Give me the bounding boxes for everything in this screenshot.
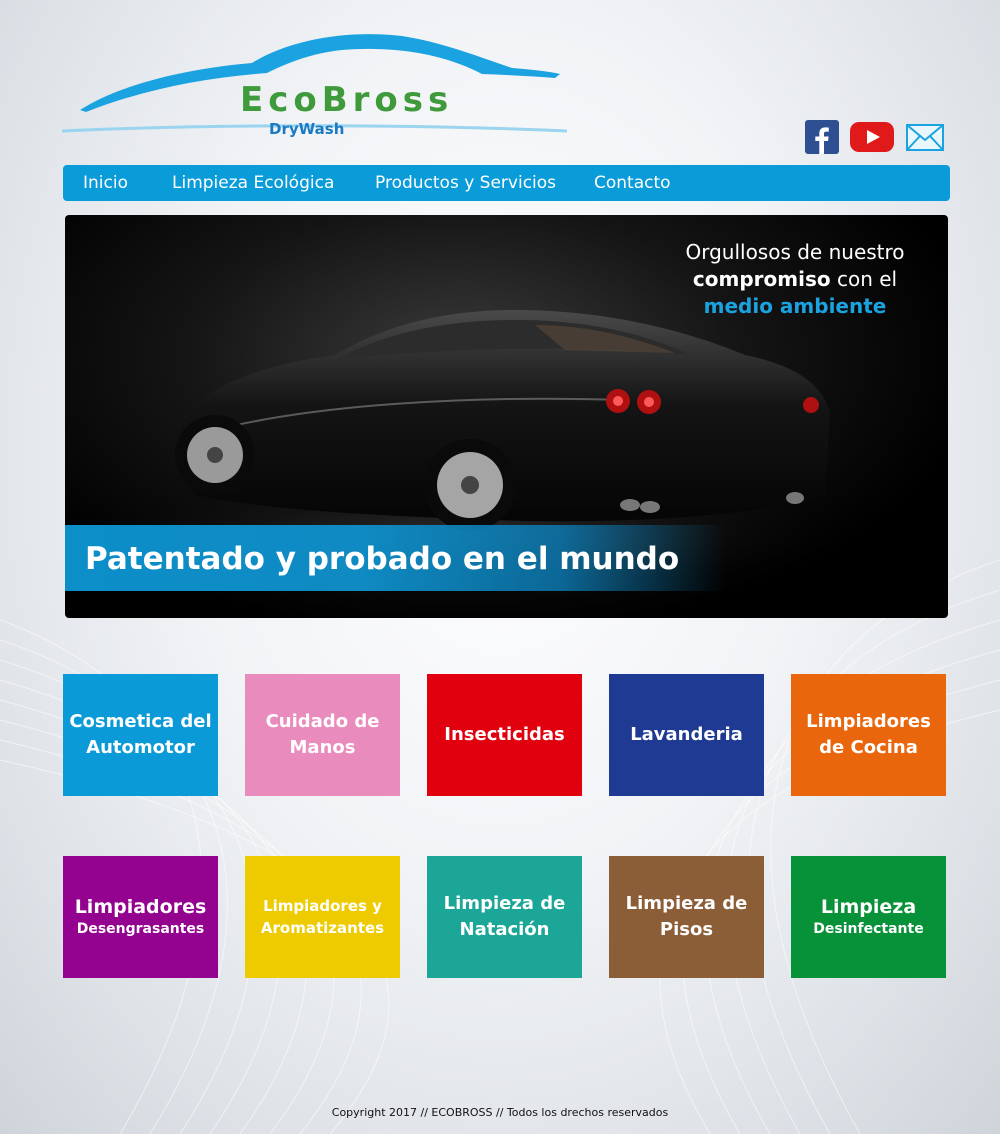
- hero-slogan-line2: compromiso con el: [645, 266, 945, 293]
- facebook-icon[interactable]: [805, 120, 839, 154]
- nav-item-productos-servicios[interactable]: Productos y Servicios: [375, 173, 556, 193]
- tile-label: Limpiadores: [74, 896, 207, 918]
- tile-cuidado-manos[interactable]: Cuidado de Manos: [245, 674, 400, 796]
- tile-lavanderia[interactable]: Lavanderia: [609, 674, 764, 796]
- tile-label: Limpieza: [820, 896, 917, 918]
- tile-limpieza-desinfectante[interactable]: Limpieza Desinfectante: [791, 856, 946, 978]
- tile-label: Insecticidas: [444, 724, 565, 745]
- tile-sublabel: Desengrasantes: [76, 921, 205, 937]
- logo[interactable]: EcoBross DryWash: [62, 28, 572, 143]
- hero-banner: Orgullosos de nuestro compromiso con el …: [65, 215, 948, 618]
- hero-caption-bar: Patentado y probado en el mundo: [65, 525, 725, 591]
- nav-item-inicio[interactable]: Inicio: [83, 173, 128, 193]
- tile-label: Limpiadores de Cocina: [806, 711, 931, 758]
- tile-limpieza-natacion[interactable]: Limpieza de Natación: [427, 856, 582, 978]
- tile-label: Limpieza de Pisos: [625, 893, 748, 940]
- tile-limpiadores-desengrasantes[interactable]: Limpiadores Desengrasantes: [63, 856, 218, 978]
- youtube-icon[interactable]: [849, 120, 895, 154]
- tile-sublabel: Desinfectante: [813, 921, 924, 937]
- logo-name: EcoBross: [240, 80, 454, 120]
- tile-label: Lavanderia: [630, 724, 743, 745]
- nav-item-contacto[interactable]: Contacto: [594, 173, 671, 193]
- tile-label: Cuidado de Manos: [265, 711, 380, 758]
- tile-insecticidas[interactable]: Insecticidas: [427, 674, 582, 796]
- tile-label: Limpieza de Natación: [443, 893, 566, 940]
- tile-cosmetica-automotor[interactable]: Cosmetica del Automotor: [63, 674, 218, 796]
- tile-label: Limpiadores y Aromatizantes: [260, 897, 385, 937]
- tile-limpiadores-cocina[interactable]: Limpiadores de Cocina: [791, 674, 946, 796]
- tile-limpiadores-aromatizantes[interactable]: Limpiadores y Aromatizantes: [245, 856, 400, 978]
- hero-slogan-line1: Orgullosos de nuestro: [685, 240, 905, 264]
- tile-label: Cosmetica del Automotor: [69, 711, 212, 758]
- nav-item-limpieza-ecologica[interactable]: Limpieza Ecológica: [172, 173, 334, 193]
- hero-slogan-strong: compromiso: [692, 267, 831, 291]
- hero-caption-text: Patentado y probado en el mundo: [85, 541, 680, 577]
- tile-limpieza-pisos[interactable]: Limpieza de Pisos: [609, 856, 764, 978]
- hero-slogan-rest: con el: [830, 267, 898, 291]
- logo-tagline: DryWash: [269, 120, 345, 138]
- mail-icon[interactable]: [905, 120, 945, 154]
- footer-copyright: Copyright 2017 // ECOBROSS // Todos los …: [331, 1106, 669, 1119]
- hero-slogan: Orgullosos de nuestro compromiso con el …: [645, 239, 945, 320]
- main-nav: Inicio Limpieza Ecológica Productos y Se…: [63, 165, 950, 201]
- hero-slogan-accent: medio ambiente: [703, 294, 887, 318]
